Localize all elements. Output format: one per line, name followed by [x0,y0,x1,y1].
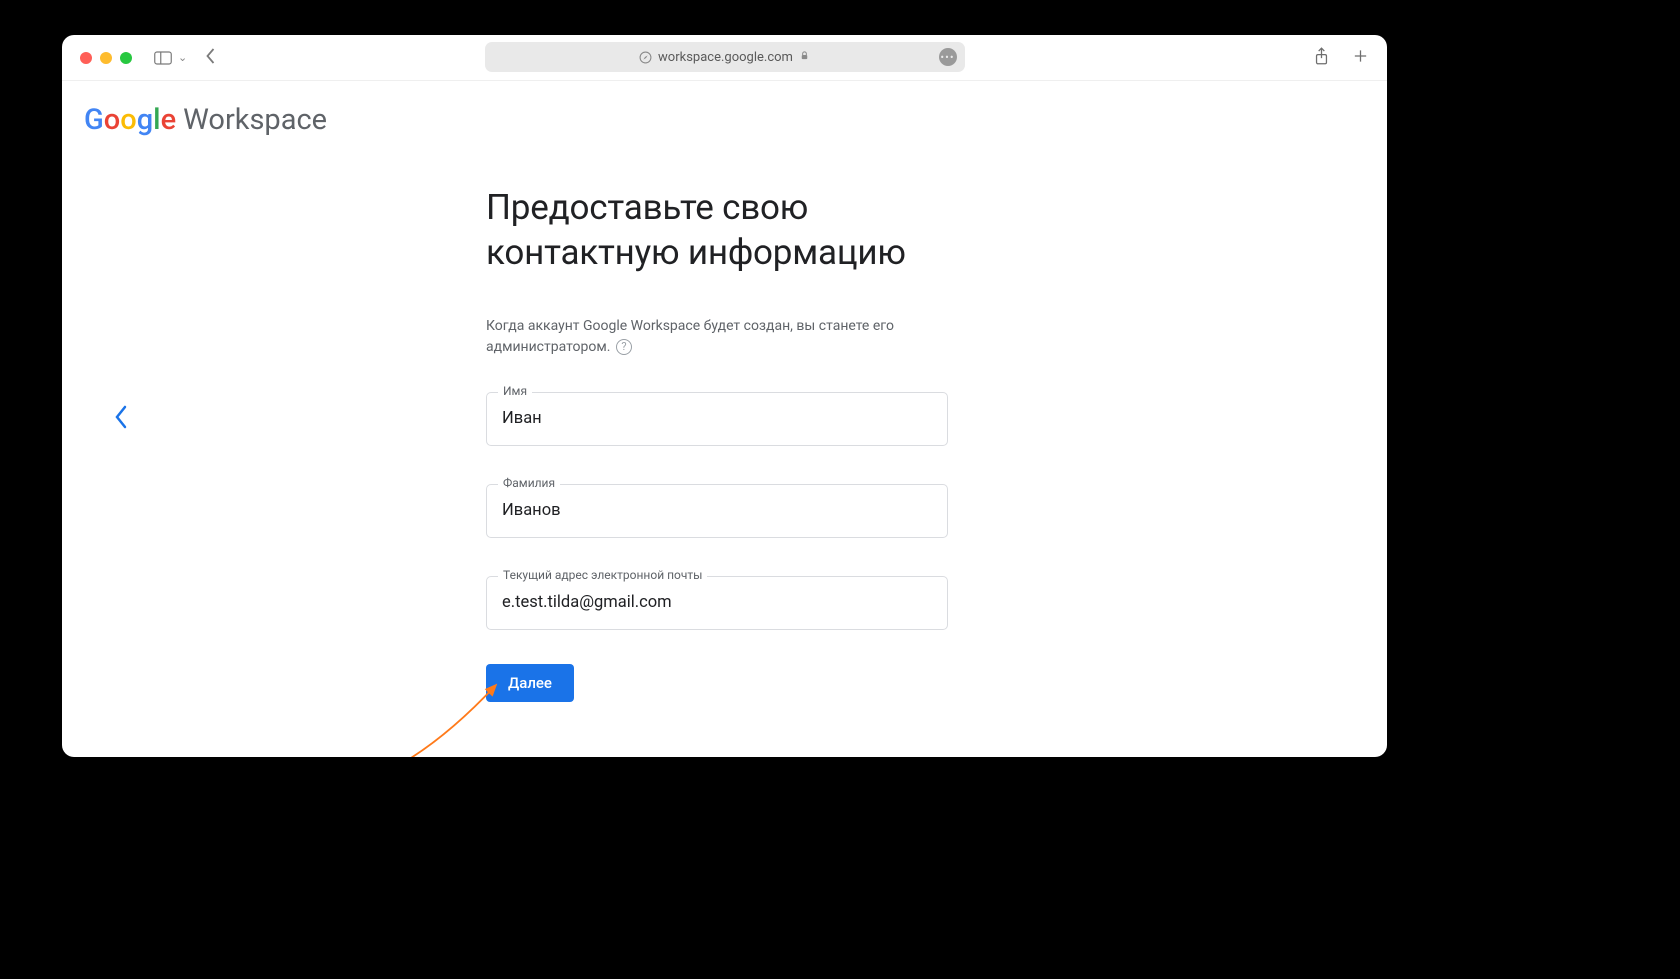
browser-titlebar: ⌄ workspace.google.com ••• [62,35,1387,81]
google-logo-text: Google [84,103,176,137]
plus-icon [1352,46,1369,66]
window-controls [80,52,132,64]
compass-icon [639,51,652,64]
google-workspace-logo: Google Workspace [84,103,327,137]
chevron-left-icon [114,405,128,429]
signup-form: Предоставьте свою контактную информацию … [486,186,986,702]
close-window-button[interactable] [80,52,92,64]
page-title: Предоставьте свою контактную информацию [486,186,986,276]
previous-step-button[interactable] [114,405,128,433]
next-button[interactable]: Далее [486,664,574,702]
last-name-input[interactable] [486,484,948,538]
minimize-window-button[interactable] [100,52,112,64]
workspace-logo-text: Workspace [183,103,327,137]
toolbar-right [1313,35,1369,81]
new-tab-button[interactable] [1352,46,1369,70]
sidebar-toggle[interactable]: ⌄ [154,51,187,65]
email-input[interactable] [486,576,948,630]
maximize-window-button[interactable] [120,52,132,64]
last-name-label: Фамилия [498,476,560,490]
share-icon [1313,46,1330,66]
email-field-wrapper: Текущий адрес электронной почты [486,576,948,630]
chevron-left-icon [205,48,216,64]
subtitle-text: Когда аккаунт Google Workspace будет соз… [486,318,894,355]
address-bar[interactable]: workspace.google.com ••• [485,42,965,72]
first-name-label: Имя [498,384,532,398]
browser-back-button[interactable] [205,48,216,68]
sidebar-icon [154,51,172,65]
help-icon[interactable]: ? [616,339,632,355]
page-content: Google Workspace Предоставьте свою конта… [62,81,1387,757]
first-name-field-wrapper: Имя [486,392,948,446]
browser-window: ⌄ workspace.google.com ••• [62,35,1387,757]
email-label: Текущий адрес электронной почты [498,568,707,582]
address-bar-text: workspace.google.com [658,50,793,65]
last-name-field-wrapper: Фамилия [486,484,948,538]
share-button[interactable] [1313,46,1330,70]
first-name-input[interactable] [486,392,948,446]
page-subtitle: Когда аккаунт Google Workspace будет соз… [486,316,986,358]
chevron-down-icon: ⌄ [178,51,187,64]
lock-icon [799,50,810,65]
site-settings-button[interactable]: ••• [939,48,957,66]
